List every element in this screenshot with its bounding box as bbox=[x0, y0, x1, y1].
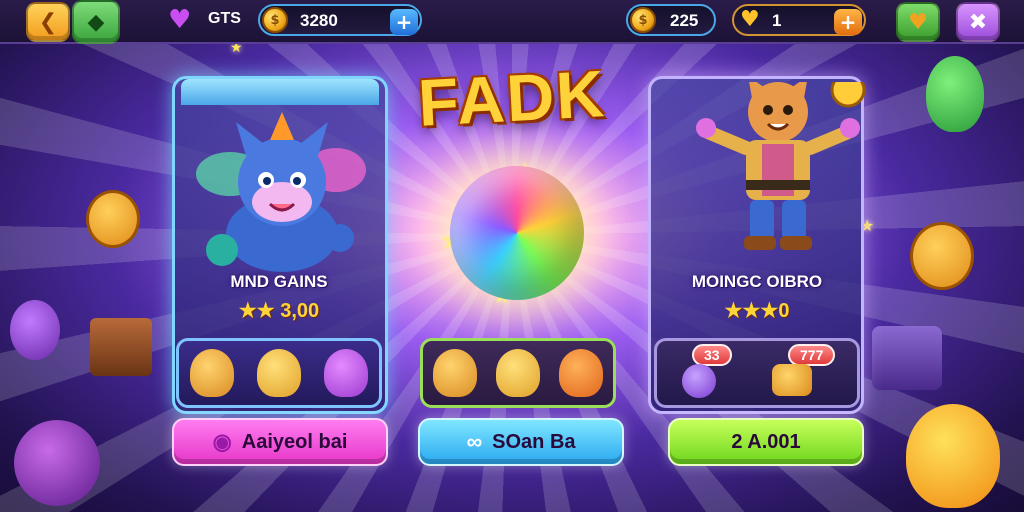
pet-tray-center bbox=[420, 338, 616, 408]
card-header bbox=[181, 79, 379, 105]
add-hearts-button[interactable]: + bbox=[834, 9, 862, 35]
gold-value: 3280 bbox=[300, 11, 338, 30]
heart-icon: ♥ bbox=[168, 5, 192, 35]
gold-pill: $ 3280 + bbox=[258, 4, 422, 36]
blue-action-button[interactable]: ∞ SOan Ba bbox=[418, 418, 624, 466]
close-icon: ✖ bbox=[968, 9, 988, 35]
rainbow-orb[interactable] bbox=[450, 166, 584, 300]
purple-egg-decoration bbox=[10, 300, 60, 360]
orange-cat-character bbox=[696, 82, 866, 250]
pet-item[interactable] bbox=[432, 349, 477, 397]
pet-item[interactable] bbox=[559, 349, 604, 397]
character-stars: ★★ 3,00 bbox=[238, 300, 320, 322]
pet-item[interactable] bbox=[495, 349, 540, 397]
blue-button-label: SOan Ba bbox=[492, 430, 576, 453]
close-button[interactable]: ✖ bbox=[956, 2, 1000, 42]
coin-icon: $ bbox=[262, 7, 288, 33]
gem-button[interactable]: ◆ bbox=[72, 0, 120, 44]
potion-icon: ◉ bbox=[212, 429, 232, 454]
treasure-chest-decoration bbox=[872, 326, 942, 390]
gem-icon: ◆ bbox=[87, 9, 105, 35]
back-arrow-icon: ❮ bbox=[38, 9, 58, 35]
add-gold-button[interactable]: + bbox=[390, 9, 418, 35]
pet-item[interactable] bbox=[190, 349, 235, 397]
egg-item[interactable] bbox=[682, 364, 716, 398]
pet-item[interactable] bbox=[323, 349, 368, 397]
link-icon: ∞ bbox=[466, 429, 483, 454]
coin-value: 225 bbox=[670, 11, 699, 30]
golden-egg-decoration bbox=[906, 404, 1000, 508]
treasure-item[interactable] bbox=[772, 364, 812, 396]
stat-label: GTS bbox=[208, 10, 241, 27]
green-button-label: 2 A.001 bbox=[731, 430, 801, 453]
coin-icon: $ bbox=[630, 7, 656, 33]
character-stars: ★★★0 bbox=[724, 300, 790, 322]
back-button[interactable]: ❮ bbox=[26, 2, 70, 42]
top-bar: ❮ ◆ ♥ GTS $ 3280 + $ 225 ♥ 1 + ♥ ✖ bbox=[0, 0, 1024, 44]
green-action-button[interactable]: 2 A.001 bbox=[668, 418, 864, 466]
character-name: MND GAINS bbox=[230, 272, 328, 291]
favorites-button[interactable]: ♥ bbox=[896, 2, 940, 42]
game-title: FADK bbox=[416, 56, 608, 140]
character-name: MOINGC OIBRO bbox=[691, 272, 823, 291]
heart-icon: ♥ bbox=[908, 9, 928, 35]
pet-tray-left bbox=[176, 338, 382, 408]
heart-icon: ♥ bbox=[740, 7, 760, 32]
heart-coin-decoration bbox=[86, 190, 140, 248]
price-chip: 777 bbox=[788, 344, 836, 366]
crate-decoration bbox=[90, 318, 152, 376]
plus-icon: + bbox=[839, 10, 857, 34]
heart-coin-decoration-right bbox=[910, 222, 974, 290]
green-egg-decoration bbox=[926, 56, 984, 132]
pet-item[interactable] bbox=[256, 349, 301, 397]
heart-value: 1 bbox=[772, 11, 782, 30]
pink-button-label: Aaiyeol bai bbox=[241, 430, 348, 453]
coin-pill: $ 225 bbox=[626, 4, 716, 36]
blue-cat-character bbox=[196, 112, 366, 272]
potion-decoration bbox=[14, 420, 100, 506]
price-chip: 33 bbox=[692, 344, 732, 366]
plus-icon: + bbox=[395, 10, 413, 34]
heart-pill: ♥ 1 + bbox=[732, 4, 866, 36]
pink-action-button[interactable]: ◉ Aaiyeol bai bbox=[172, 418, 388, 466]
